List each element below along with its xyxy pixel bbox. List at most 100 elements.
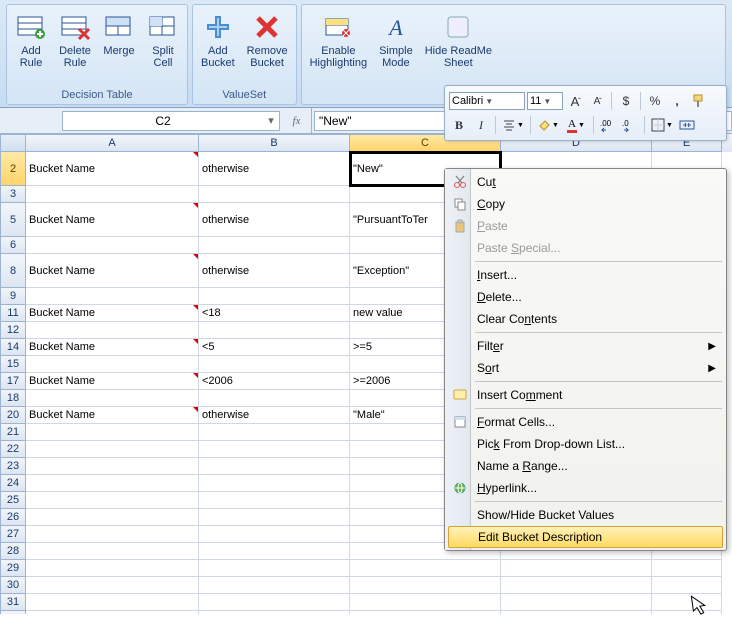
row-header[interactable]: 24 xyxy=(0,475,26,492)
ctx-insert-comment[interactable]: Insert Comment xyxy=(447,384,724,406)
cell-A23[interactable] xyxy=(26,458,199,475)
cell-B27[interactable] xyxy=(199,526,350,543)
add-rule-button[interactable]: AddRule xyxy=(11,9,51,81)
cell-A6[interactable] xyxy=(26,237,199,254)
cell-B14[interactable]: <5 xyxy=(199,339,350,356)
cell-B2[interactable]: otherwise xyxy=(199,152,350,186)
accounting-format-button[interactable]: $ xyxy=(616,91,636,111)
cell-B26[interactable] xyxy=(199,509,350,526)
row-header[interactable]: 21 xyxy=(0,424,26,441)
row-header[interactable]: 15 xyxy=(0,356,26,373)
ctx-delete[interactable]: Delete... xyxy=(447,286,724,308)
cell-A22[interactable] xyxy=(26,441,199,458)
row-header[interactable]: 25 xyxy=(0,492,26,509)
ctx-format-cells[interactable]: Format Cells... xyxy=(447,411,724,433)
row-header[interactable]: 3 xyxy=(0,186,26,203)
row-header[interactable]: 23 xyxy=(0,458,26,475)
cell-A11[interactable]: Bucket Name xyxy=(26,305,199,322)
cell-B32[interactable] xyxy=(199,611,350,614)
split-cell-button[interactable]: SplitCell xyxy=(143,9,183,81)
cell-B5[interactable]: otherwise xyxy=(199,203,350,237)
comma-style-button[interactable]: , xyxy=(667,91,687,111)
chevron-down-icon[interactable]: ▾ xyxy=(263,114,279,127)
row-header[interactable]: 9 xyxy=(0,288,26,305)
remove-bucket-button[interactable]: RemoveBucket xyxy=(243,9,292,81)
cell-B31[interactable] xyxy=(199,594,350,611)
ctx-show-hide-bucket[interactable]: Show/Hide Bucket Values xyxy=(447,504,724,526)
simple-mode-button[interactable]: A SimpleMode xyxy=(375,9,417,81)
cell-B3[interactable] xyxy=(199,186,350,203)
cell-B29[interactable] xyxy=(199,560,350,577)
delete-rule-button[interactable]: DeleteRule xyxy=(55,9,95,81)
row-header[interactable]: 18 xyxy=(0,390,26,407)
cell-B8[interactable]: otherwise xyxy=(199,254,350,288)
row-header[interactable]: 31 xyxy=(0,594,26,611)
cell-A29[interactable] xyxy=(26,560,199,577)
bold-button[interactable]: B xyxy=(449,115,469,135)
cell-B21[interactable] xyxy=(199,424,350,441)
cell-A26[interactable] xyxy=(26,509,199,526)
cell-A17[interactable]: Bucket Name xyxy=(26,373,199,390)
cell-E30[interactable] xyxy=(652,577,722,594)
row-header[interactable]: 30 xyxy=(0,577,26,594)
cell-A25[interactable] xyxy=(26,492,199,509)
select-all-corner[interactable] xyxy=(0,134,26,152)
italic-button[interactable]: I xyxy=(471,115,491,135)
grow-font-button[interactable]: Â xyxy=(565,91,585,111)
row-header[interactable]: 29 xyxy=(0,560,26,577)
cell-C31[interactable] xyxy=(350,594,501,611)
cell-D31[interactable] xyxy=(501,594,652,611)
row-header[interactable]: 27 xyxy=(0,526,26,543)
increase-decimal-button[interactable]: .0 xyxy=(620,115,640,135)
ctx-edit-bucket-desc[interactable]: Edit Bucket Description xyxy=(448,526,723,548)
cell-B12[interactable] xyxy=(199,322,350,339)
cell-E31[interactable] xyxy=(652,594,722,611)
row-header[interactable]: 2 xyxy=(0,152,26,186)
row-header[interactable]: 26 xyxy=(0,509,26,526)
cell-B17[interactable]: <2006 xyxy=(199,373,350,390)
cell-B30[interactable] xyxy=(199,577,350,594)
center-align-button[interactable]: ▼ xyxy=(500,118,526,132)
cell-A20[interactable]: Bucket Name xyxy=(26,407,199,424)
name-box[interactable]: C2 ▾ xyxy=(62,111,280,131)
cell-B20[interactable]: otherwise xyxy=(199,407,350,424)
merge-button[interactable]: Merge xyxy=(99,9,139,81)
decrease-decimal-button[interactable]: .00 xyxy=(598,115,618,135)
cell-A27[interactable] xyxy=(26,526,199,543)
cell-A30[interactable] xyxy=(26,577,199,594)
cell-B23[interactable] xyxy=(199,458,350,475)
cell-C29[interactable] xyxy=(350,560,501,577)
format-painter-button[interactable] xyxy=(689,91,709,111)
cell-A15[interactable] xyxy=(26,356,199,373)
cell-A31[interactable] xyxy=(26,594,199,611)
cell-A21[interactable] xyxy=(26,424,199,441)
ctx-copy[interactable]: Copy xyxy=(447,193,724,215)
cell-A18[interactable] xyxy=(26,390,199,407)
ctx-name-range[interactable]: Name a Range... xyxy=(447,455,724,477)
cell-A8[interactable]: Bucket Name xyxy=(26,254,199,288)
ctx-insert[interactable]: Insert... xyxy=(447,264,724,286)
ctx-hyperlink[interactable]: Hyperlink... xyxy=(447,477,724,499)
percent-button[interactable]: % xyxy=(645,91,665,111)
font-size-picker[interactable]: 11▼ xyxy=(527,92,563,110)
hide-readme-button[interactable]: Hide ReadMeSheet xyxy=(421,9,496,81)
col-header-A[interactable]: A xyxy=(26,134,199,152)
cell-D32[interactable] xyxy=(501,611,652,614)
cell-E29[interactable] xyxy=(652,560,722,577)
fill-color-button[interactable]: ▼ xyxy=(535,118,561,132)
cell-B24[interactable] xyxy=(199,475,350,492)
row-header[interactable]: 20 xyxy=(0,407,26,424)
cell-B25[interactable] xyxy=(199,492,350,509)
cell-D30[interactable] xyxy=(501,577,652,594)
cell-A32[interactable] xyxy=(26,611,199,614)
cell-A24[interactable] xyxy=(26,475,199,492)
ctx-clear-contents[interactable]: Clear Contents xyxy=(447,308,724,330)
font-color-button[interactable]: A▼ xyxy=(563,118,589,133)
cell-A28[interactable] xyxy=(26,543,199,560)
cell-A9[interactable] xyxy=(26,288,199,305)
cell-E32[interactable] xyxy=(652,611,722,614)
borders-button[interactable]: ▼ xyxy=(649,118,675,132)
row-header[interactable]: 22 xyxy=(0,441,26,458)
ctx-filter[interactable]: Filter▶ xyxy=(447,335,724,357)
row-header[interactable]: 5 xyxy=(0,203,26,237)
